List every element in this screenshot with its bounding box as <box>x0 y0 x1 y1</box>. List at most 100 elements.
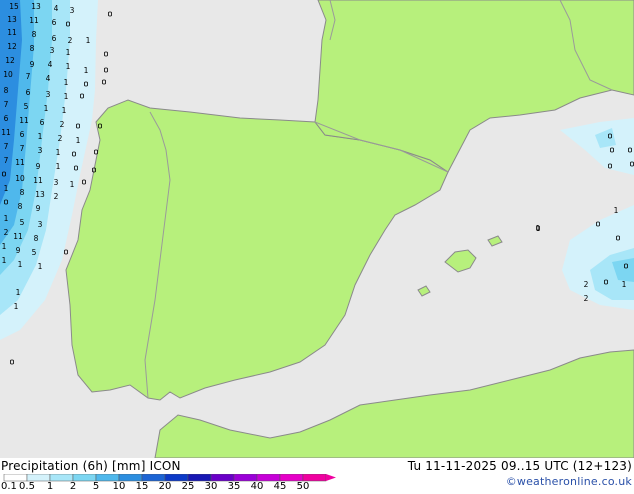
precip-value: 6 <box>20 130 25 139</box>
precip-value: 9 <box>30 60 35 69</box>
precip-value: 2 <box>584 294 589 303</box>
precip-value: 8 <box>4 86 9 95</box>
precip-value: 11 <box>1 128 11 137</box>
precip-value: 11 <box>29 16 39 25</box>
precip-value: 2 <box>60 120 65 129</box>
precip-value: 7 <box>4 156 9 165</box>
precip-value: 8 <box>34 234 39 243</box>
precip-value: 1 <box>64 92 69 101</box>
legend-swatch <box>279 473 304 482</box>
precip-value: 7 <box>4 100 9 109</box>
legend-overflow-arrow <box>326 474 336 481</box>
legend-swatch <box>233 473 258 482</box>
legend-swatch <box>49 473 74 482</box>
legend-swatch <box>302 473 327 482</box>
precip-value: 1 <box>66 62 71 71</box>
precip-value: 1 <box>38 262 43 271</box>
precip-value: 4 <box>54 4 59 13</box>
precip-value: 1 <box>14 302 19 311</box>
precip-value: 9 <box>36 204 41 213</box>
precip-value: 11 <box>7 28 17 37</box>
legend-label: 0.5 <box>19 481 35 490</box>
precip-value: 3 <box>70 6 75 15</box>
precip-value: 10 <box>3 70 13 79</box>
precip-value: 2 <box>68 36 73 45</box>
valid-time: Tu 11-11-2025 09..15 UTC (12+123) <box>407 459 632 473</box>
legend-swatch <box>118 473 143 482</box>
precip-value: 1 <box>622 280 627 289</box>
precip-value: 7 <box>20 144 25 153</box>
legend-label: 0.1 <box>1 481 17 490</box>
precip-value: 3 <box>46 90 51 99</box>
precip-value: 15 <box>9 2 19 11</box>
precip-value: 1 <box>2 256 7 265</box>
precip-value: 6 <box>52 18 57 27</box>
precip-value: 1 <box>4 184 9 193</box>
product-title: Precipitation (6h) [mm] ICON <box>1 459 181 473</box>
precip-value: 5 <box>20 218 25 227</box>
precip-value: 6 <box>40 118 45 127</box>
legend-label: 10 <box>113 481 126 490</box>
precip-value: 1 <box>536 224 541 233</box>
precip-value: 2 <box>4 228 9 237</box>
precip-value: 6 <box>4 114 9 123</box>
legend-label: 35 <box>228 481 241 490</box>
legend-swatch <box>164 473 189 482</box>
precip-value: 5 <box>24 102 29 111</box>
precip-value: 7 <box>26 72 31 81</box>
legend-label: 40 <box>251 481 264 490</box>
precipitation-map: 15 13 4 313 11 611 8 6 2 112 8 3 112 9 4 1 110 7 4 18 6 3 17 5 1… <box>0 0 634 458</box>
legend-swatch <box>3 473 28 482</box>
precip-value: 11 <box>15 158 25 167</box>
precip-value: 13 <box>7 15 17 24</box>
legend-label: 20 <box>159 481 172 490</box>
precip-value: 10 <box>15 174 25 183</box>
credit-link[interactable]: ©weatheronline.co.uk <box>506 475 632 488</box>
legend-label: 30 <box>205 481 218 490</box>
precip-value: 5 <box>32 248 37 257</box>
precip-value: 1 <box>18 260 23 269</box>
legend-label: 1 <box>47 481 53 490</box>
precip-value: 9 <box>16 246 21 255</box>
precip-value: 8 <box>20 188 25 197</box>
legend-swatch <box>72 473 97 482</box>
precip-value: 1 <box>76 136 81 145</box>
precip-value: 3 <box>50 46 55 55</box>
precip-value: 2 <box>54 192 59 201</box>
precip-value: 1 <box>64 78 69 87</box>
legend-swatch <box>26 473 51 482</box>
legend-label: 50 <box>297 481 310 490</box>
precip-value: 11 <box>13 232 23 241</box>
legend-label: 25 <box>182 481 195 490</box>
precip-value: 12 <box>7 42 17 51</box>
precip-value: 11 <box>33 176 43 185</box>
legend-swatch <box>256 473 281 482</box>
legend-swatch <box>187 473 212 482</box>
precip-value: 1 <box>56 148 61 157</box>
precip-value: 1 <box>614 206 619 215</box>
legend-swatch <box>210 473 235 482</box>
legend-label: 5 <box>93 481 99 490</box>
precip-value: 13 <box>31 2 41 11</box>
precip-value: 3 <box>38 146 43 155</box>
precip-value: 8 <box>30 44 35 53</box>
footer: Precipitation (6h) [mm] ICON Tu 11-11-20… <box>0 458 634 492</box>
precip-value: 1 <box>44 104 49 113</box>
legend-swatch <box>141 473 166 482</box>
legend-label: 15 <box>136 481 149 490</box>
legend-label: 45 <box>274 481 287 490</box>
precip-value: 9 <box>36 162 41 171</box>
precip-value: 6 <box>26 88 31 97</box>
precip-value: 1 <box>62 106 67 115</box>
precip-value: 1 <box>84 66 89 75</box>
precip-value: 1 <box>4 214 9 223</box>
precip-value: 2 <box>58 134 63 143</box>
precip-value: 4 <box>48 60 53 69</box>
precip-value: 11 <box>19 116 29 125</box>
color-legend: 0.1 0.5 1 2 5 10 15 20 25 30 35 40 45 50 <box>0 473 340 492</box>
precip-value: 1 <box>56 162 61 171</box>
legend-bar: 0.1 0.5 1 2 5 10 15 20 25 30 35 40 45 50 <box>1 473 336 492</box>
precip-value: 4 <box>46 74 51 83</box>
precip-value: 1 <box>38 132 43 141</box>
precip-value: 1 <box>86 36 91 45</box>
